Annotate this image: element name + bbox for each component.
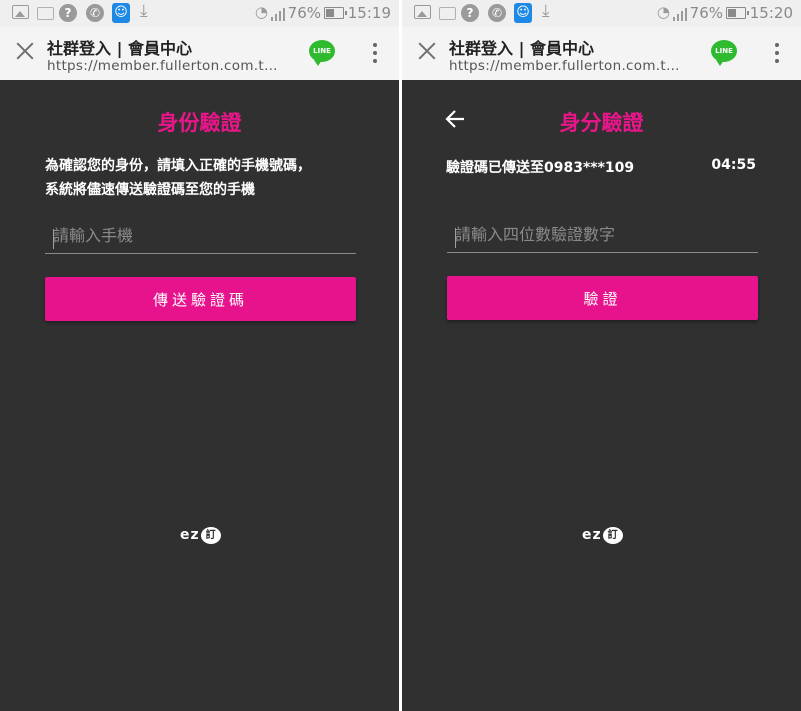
brand-logo: ez 訂 [180,527,221,547]
browser-header: 社群登入 | 會員中心 https://member.fullerton.com… [0,27,399,80]
description-line: 系統將儘速傳送驗證碼至您的手機 [45,182,255,198]
download-icon: ⤓ [542,1,550,21]
wifi-icon: ◔ [656,3,670,21]
heading: 身分驗證 [559,111,644,135]
heading: 身份驗證 [157,111,242,135]
phone-icon: ✆ [86,4,104,22]
description: 為確認您的身份，請填入正確的手機號碼， 系統將儘速傳送驗證碼至您的手機 [45,154,365,202]
more-menu-icon[interactable] [372,43,378,65]
page-title: 社群登入 | 會員中心 [47,39,192,58]
battery-percent: 76% [287,4,321,22]
page-url[interactable]: https://member.fullerton.com.t… [47,58,292,74]
contact-icon: ☺ [514,3,532,23]
phone-icon: ✆ [488,4,506,22]
help-icon: ? [461,4,479,22]
image-icon [12,5,29,19]
battery-icon [324,7,347,19]
description-line: 為確認您的身份，請填入正確的手機號碼， [45,158,311,174]
brand-logo: ez 訂 [582,527,623,547]
logo-text: ez [180,527,200,543]
status-time: 15:19 [347,4,391,22]
phone-input[interactable] [45,224,356,254]
line-icon[interactable]: LINE [309,40,335,66]
close-icon[interactable] [416,40,438,62]
code-sent-message: 驗證碼已傳送至0983***109 [446,160,635,176]
more-menu-icon[interactable] [774,43,780,65]
screen-code-verification: ? ✆ ☺ ⤓ ◔ 76% 15:20 社群登入 | 會員中心 https://… [402,0,801,711]
status-bar: ? ✆ ☺ ⤓ ◔ 76% 15:20 [402,0,801,27]
code-input[interactable] [447,223,758,253]
help-icon: ? [59,4,77,22]
message-icon [439,7,456,20]
logo-text: ez [582,527,602,543]
page-url[interactable]: https://member.fullerton.com.t… [449,58,694,74]
wifi-icon: ◔ [254,3,268,21]
countdown-timer: 04:55 [711,157,756,173]
battery-icon [726,7,749,19]
status-bar: ? ✆ ☺ ⤓ ◔ 76% 15:19 [0,0,399,27]
message-icon [37,7,54,20]
contact-icon: ☺ [112,3,130,23]
page-title: 社群登入 | 會員中心 [449,39,594,58]
signal-icon [271,8,287,21]
screen-phone-verification: ? ✆ ☺ ⤓ ◔ 76% 15:19 社群登入 | 會員中心 https://… [0,0,399,711]
browser-header: 社群登入 | 會員中心 https://member.fullerton.com… [402,27,801,80]
download-icon: ⤓ [140,1,148,21]
line-icon[interactable]: LINE [711,40,737,66]
signal-icon [673,8,689,21]
battery-percent: 76% [689,4,723,22]
text-cursor [455,228,456,248]
verify-button[interactable]: 驗證 [447,276,758,320]
logo-bubble: 訂 [602,527,623,544]
text-cursor [53,229,54,249]
send-code-button[interactable]: 傳送驗證碼 [45,277,356,321]
status-time: 15:20 [749,4,793,22]
close-icon[interactable] [14,40,36,62]
image-icon [414,5,431,19]
logo-bubble: 訂 [200,527,221,544]
